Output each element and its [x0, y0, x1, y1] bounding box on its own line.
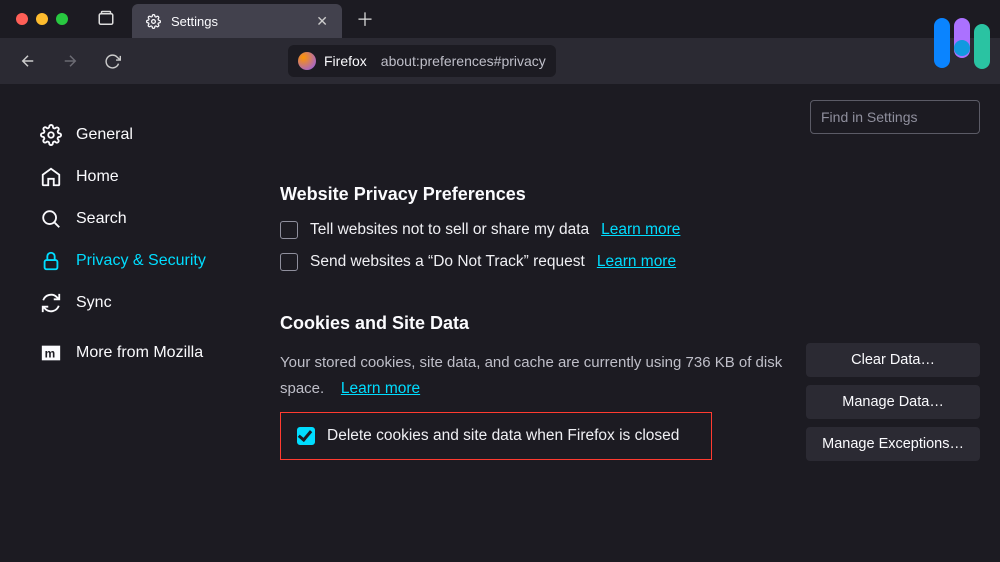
manage-data-button[interactable]: Manage Data…	[806, 385, 980, 419]
checkbox-do-not-track[interactable]	[280, 253, 298, 271]
forward-button[interactable]	[54, 45, 86, 77]
sync-icon	[40, 292, 62, 314]
learn-more-link[interactable]: Learn more	[601, 221, 680, 239]
checkbox-do-not-sell[interactable]	[280, 221, 298, 239]
manage-exceptions-button[interactable]: Manage Exceptions…	[806, 427, 980, 461]
pref-row-do-not-track: Send websites a “Do Not Track” request L…	[280, 253, 980, 271]
sidebar-item-label: More from Mozilla	[76, 344, 203, 362]
home-icon	[40, 166, 62, 188]
identity-label: Firefox	[324, 53, 367, 69]
pref-row-do-not-sell: Tell websites not to sell or share my da…	[280, 221, 980, 239]
clear-data-button[interactable]: Clear Data…	[806, 343, 980, 377]
gear-icon	[40, 124, 62, 146]
learn-more-link[interactable]: Learn more	[597, 253, 676, 271]
gear-icon	[146, 14, 161, 29]
back-button[interactable]	[12, 45, 44, 77]
sidebar-item-label: Sync	[76, 294, 112, 312]
pref-label: Delete cookies and site data when Firefo…	[327, 427, 679, 445]
highlighted-setting: Delete cookies and site data when Firefo…	[280, 412, 712, 460]
url-bar[interactable]: Firefox about:preferences#privacy	[288, 45, 556, 77]
settings-main-pane: Website Privacy Preferences Tell website…	[260, 84, 1000, 562]
navigation-toolbar: Firefox about:preferences#privacy	[0, 38, 1000, 84]
traffic-lights	[16, 13, 68, 25]
mozilla-icon: m	[40, 342, 62, 364]
tab-label: Settings	[171, 14, 306, 29]
sidebar-item-privacy[interactable]: Privacy & Security	[40, 240, 260, 282]
sidebar-item-label: Search	[76, 210, 127, 228]
decorative-logo	[934, 18, 990, 68]
sidebar-item-label: General	[76, 126, 133, 144]
sidebar-item-sync[interactable]: Sync	[40, 282, 260, 324]
maximize-window-button[interactable]	[56, 13, 68, 25]
sidebar-item-label: Home	[76, 168, 119, 186]
checkbox-delete-on-close[interactable]	[297, 427, 315, 445]
section-heading-privacy-prefs: Website Privacy Preferences	[280, 184, 980, 205]
reload-button[interactable]	[96, 45, 128, 77]
sidebar-item-home[interactable]: Home	[40, 156, 260, 198]
pref-label: Send websites a “Do Not Track” request	[310, 253, 585, 271]
cookies-usage-text: Your stored cookies, site data, and cach…	[280, 350, 800, 402]
firefox-icon	[298, 52, 316, 70]
minimize-window-button[interactable]	[36, 13, 48, 25]
settings-search-input[interactable]	[810, 100, 980, 134]
new-tab-button[interactable]: ＋	[350, 4, 380, 34]
learn-more-link[interactable]: Learn more	[341, 380, 420, 397]
sidebar-item-general[interactable]: General	[40, 114, 260, 156]
lock-icon	[40, 250, 62, 272]
close-tab-icon[interactable]: ✕	[316, 13, 328, 30]
close-window-button[interactable]	[16, 13, 28, 25]
section-heading-cookies: Cookies and Site Data	[280, 313, 980, 334]
settings-sidebar: General Home Search Privacy & Security	[0, 84, 260, 562]
sidebar-item-search[interactable]: Search	[40, 198, 260, 240]
pref-label: Tell websites not to sell or share my da…	[310, 221, 589, 239]
search-icon	[40, 208, 62, 230]
tab-settings[interactable]: Settings ✕	[132, 4, 342, 38]
sidebar-item-more-mozilla[interactable]: m More from Mozilla	[40, 332, 260, 374]
window-titlebar: Settings ✕ ＋	[0, 0, 1000, 38]
svg-text:m: m	[45, 347, 56, 361]
url-text: about:preferences#privacy	[381, 53, 546, 69]
sidebar-item-label: Privacy & Security	[76, 252, 206, 270]
tab-overview-icon[interactable]	[96, 9, 116, 29]
